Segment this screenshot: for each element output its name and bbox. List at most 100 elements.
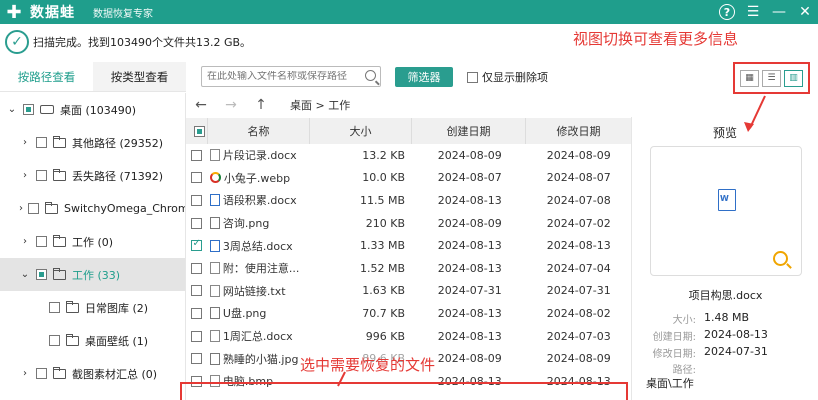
row-checkbox-cell	[186, 217, 208, 229]
row-checkbox[interactable]	[191, 307, 203, 319]
header-created[interactable]: 创建日期	[412, 118, 526, 144]
file-created-date: 2024-08-13	[437, 261, 502, 275]
file-modified-date: 2024-08-07	[546, 171, 611, 185]
row-checkbox[interactable]	[191, 285, 203, 297]
table-row[interactable]: 网站链接.txt 1.63 KB 2024-07-31 2024-07-31	[186, 280, 631, 303]
tree-checkbox[interactable]	[49, 302, 60, 313]
tab-by-type[interactable]: 按类型查看	[93, 62, 186, 91]
minimize-button[interactable]: —	[766, 0, 792, 24]
row-checkbox[interactable]	[191, 149, 203, 161]
zoom-icon[interactable]	[773, 251, 788, 266]
select-all-checkbox[interactable]	[193, 125, 205, 137]
file-name: 网站链接.txt	[222, 284, 286, 298]
folder-icon	[53, 366, 66, 379]
app-subtitle: 数据恢复专家	[93, 8, 153, 20]
search-icon[interactable]	[365, 70, 376, 81]
file-table-header: 名称 大小 创建日期 修改日期	[186, 118, 631, 144]
tree-node[interactable]: › 截图素材汇总 (0)	[0, 357, 185, 390]
preview-size-value: 1.48 MB	[704, 311, 750, 324]
row-checkbox-cell	[186, 238, 208, 252]
table-row[interactable]: 语段积累.docx 11.5 MB 2024-08-13 2024-07-08	[186, 189, 631, 212]
row-checkbox[interactable]	[191, 238, 203, 252]
table-row[interactable]: U盘.png 70.7 KB 2024-08-13 2024-08-02	[186, 302, 631, 325]
tree-node-label: 其他路径 (29352)	[72, 136, 164, 150]
search-input[interactable]	[207, 71, 357, 82]
tree-node[interactable]: › SwitchyOmega_Chromium	[0, 192, 185, 225]
preview-created-label: 创建日期:	[652, 332, 696, 343]
file-name: 咨询.png	[222, 217, 270, 231]
tree-node-label: 工作 (0)	[72, 235, 114, 249]
tree-node[interactable]: 桌面壁纸 (1)	[0, 324, 185, 357]
file-created-date: 2024-08-09	[437, 216, 502, 230]
chevron-right-icon[interactable]: ›	[19, 203, 23, 214]
row-checkbox[interactable]	[191, 330, 203, 342]
file-name: 附：使用注意...	[222, 262, 300, 276]
file-name: 3周总结.docx	[222, 239, 293, 253]
row-checkbox[interactable]	[191, 172, 203, 184]
tree-node[interactable]: ⌄ 工作 (33)	[0, 258, 185, 291]
file-size: 1.52 MB	[359, 261, 405, 275]
header-size[interactable]: 大小	[310, 118, 412, 144]
view-detail-button[interactable]: ▥	[784, 69, 803, 87]
tree-checkbox[interactable]	[36, 137, 47, 148]
table-row[interactable]: 附：使用注意... 1.52 MB 2024-08-13 2024-07-04	[186, 257, 631, 280]
folder-tree: ⌄ 桌面 (103490) › 其他路径 (29352) › 丢失路径 (71392) › S…	[0, 93, 186, 400]
header-name[interactable]: 名称	[208, 118, 310, 144]
chevron-down-icon[interactable]: ⌄	[19, 269, 31, 280]
file-name-cell: 3周总结.docx	[209, 238, 312, 254]
table-row[interactable]: 片段记录.docx 13.2 KB 2024-08-09 2024-08-09	[186, 144, 631, 167]
tree-checkbox[interactable]	[49, 335, 60, 346]
file-name: 片段记录.docx	[222, 149, 297, 163]
chevron-right-icon[interactable]: ›	[19, 368, 31, 379]
table-row[interactable]: 3周总结.docx 1.33 MB 2024-08-13 2024-08-13	[186, 234, 631, 257]
close-button[interactable]: ✕	[792, 0, 818, 24]
file-size: 70.7 KB	[362, 306, 405, 320]
filter-button[interactable]: 筛选器	[395, 67, 453, 87]
tree-checkbox[interactable]	[36, 170, 47, 181]
file-modified-date: 2024-08-13	[546, 239, 611, 253]
chevron-right-icon[interactable]: ›	[19, 236, 31, 247]
tab-by-path[interactable]: 按路径查看	[0, 62, 93, 91]
header-modified[interactable]: 修改日期	[526, 118, 631, 144]
back-arrow-icon[interactable]: ←	[186, 97, 216, 113]
tree-checkbox[interactable]	[23, 104, 34, 115]
view-list-button[interactable]: ☰	[762, 69, 781, 87]
tree-checkbox[interactable]	[36, 236, 47, 247]
annotation-view-switch: 视图切换可查看更多信息	[573, 30, 739, 48]
chevron-right-icon[interactable]: ›	[19, 137, 31, 148]
tree-node[interactable]: ⌄ 桌面 (103490)	[0, 93, 185, 126]
file-name: U盘.png	[222, 307, 267, 321]
row-checkbox[interactable]	[191, 217, 203, 229]
tree-checkbox[interactable]	[28, 203, 39, 214]
view-grid-button[interactable]: ▦	[740, 69, 759, 87]
select-all-cell	[186, 118, 208, 144]
tree-node[interactable]: › 工作 (0)	[0, 225, 185, 258]
chevron-right-icon[interactable]: ›	[19, 170, 31, 181]
app-name: 数据蛙	[30, 5, 75, 21]
chevron-down-icon[interactable]: ⌄	[6, 104, 18, 115]
table-row[interactable]: 1周汇总.docx 996 KB 2024-08-13 2024-07-03	[186, 325, 631, 348]
preview-size-label: 大小:	[672, 315, 696, 326]
table-row[interactable]: 咨询.png 210 KB 2024-08-09 2024-07-02	[186, 212, 631, 235]
table-row[interactable]: 小兔子.webp 10.0 KB 2024-08-07 2024-08-07	[186, 167, 631, 190]
show-deleted-toggle[interactable]: 仅显示删除项	[467, 67, 548, 87]
show-deleted-checkbox[interactable]	[467, 71, 478, 83]
help-button[interactable]: ?	[714, 0, 740, 24]
row-checkbox[interactable]	[191, 194, 203, 206]
row-checkbox[interactable]	[191, 353, 203, 365]
row-checkbox[interactable]	[191, 262, 203, 274]
tree-checkbox[interactable]	[36, 368, 47, 379]
file-icon	[209, 149, 220, 162]
left-view-tabs: 按路径查看 按类型查看	[0, 62, 186, 92]
scan-status-text: 扫描完成。找到103490个文件共13.2 GB。	[33, 36, 252, 49]
file-modified-date: 2024-07-08	[546, 193, 611, 207]
tree-node[interactable]: 日常图库 (2)	[0, 291, 185, 324]
menu-button[interactable]: ☰	[740, 0, 766, 24]
tree-node[interactable]: › 丢失路径 (71392)	[0, 159, 185, 192]
tree-node[interactable]: › 其他路径 (29352)	[0, 126, 185, 159]
row-checkbox-cell	[186, 194, 208, 206]
preview-card	[650, 146, 802, 276]
forward-arrow-icon[interactable]: →	[216, 97, 246, 113]
tree-checkbox[interactable]	[36, 269, 47, 280]
up-arrow-icon[interactable]: ↑	[246, 97, 276, 113]
